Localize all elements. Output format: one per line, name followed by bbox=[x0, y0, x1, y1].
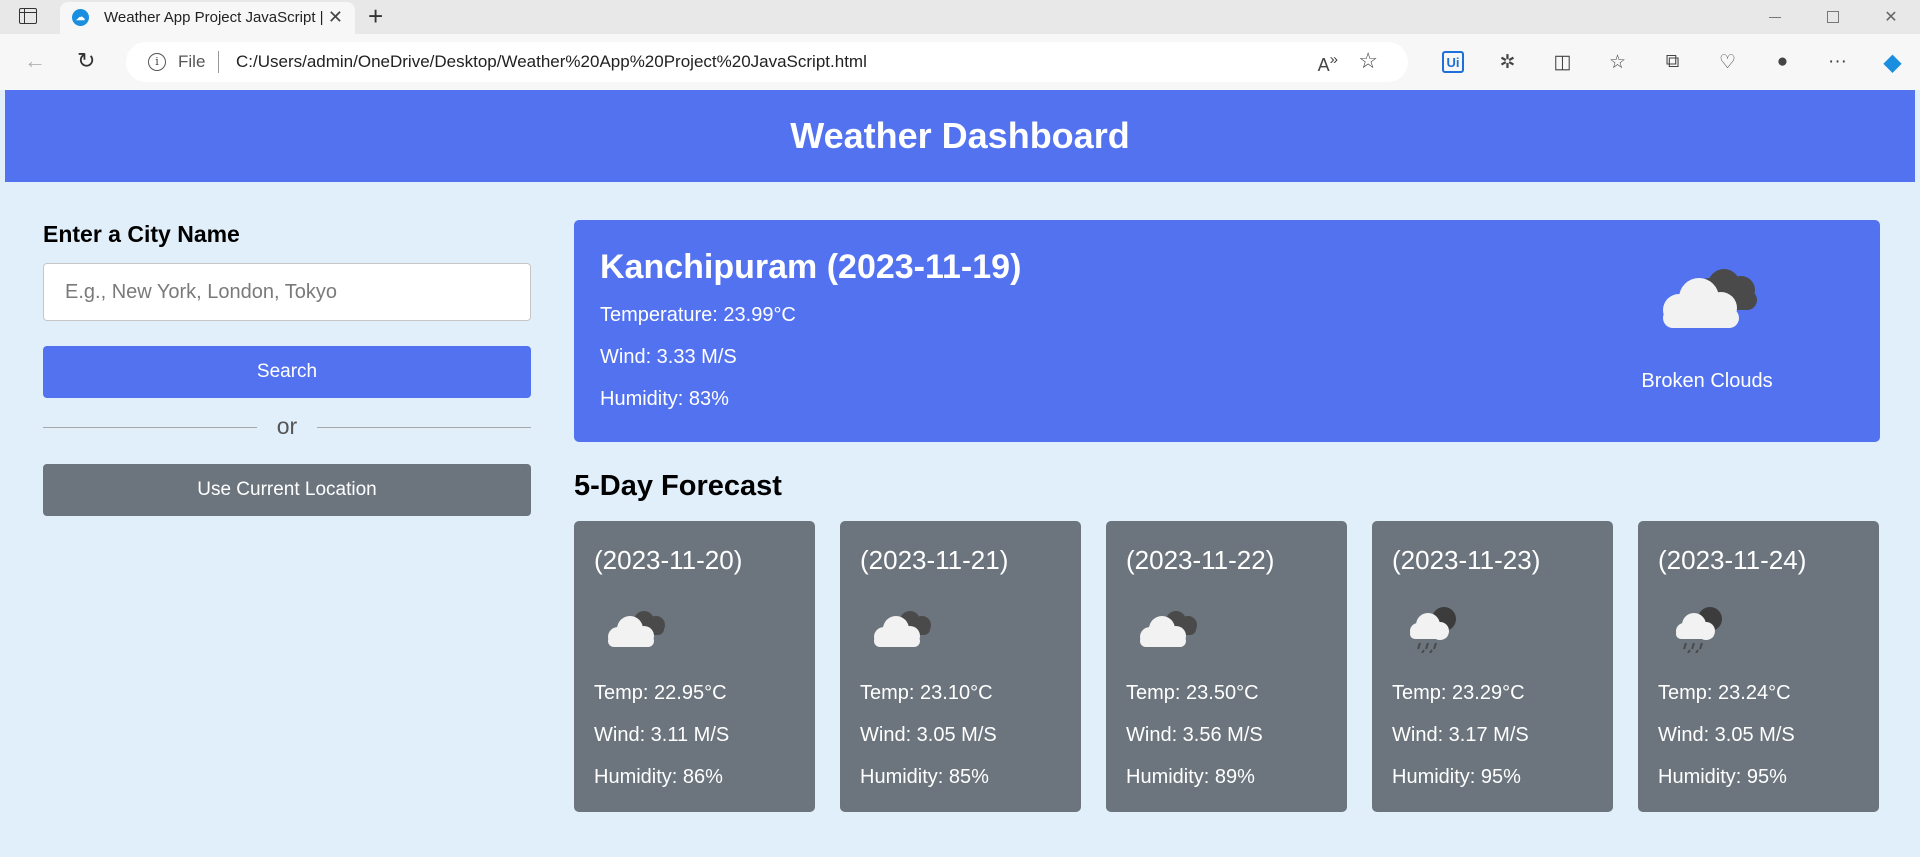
copilot-icon[interactable]: ◆ bbox=[1865, 46, 1920, 78]
forecast-card: (2023-11-22) Temp: 23.50°C Wind: 3.56 M/S H… bbox=[1106, 521, 1347, 812]
broken-clouds-icon bbox=[1140, 611, 1197, 647]
forecast-wind: Wind: 3.05 M/S bbox=[860, 724, 997, 746]
forecast-date: (2023-11-21) bbox=[860, 545, 1009, 575]
collections-icon[interactable]: ⧉ bbox=[1645, 46, 1700, 78]
current-city-date: Kanchipuram (2023-11-19) bbox=[600, 248, 1022, 286]
info-icon[interactable]: i bbox=[148, 53, 166, 71]
forecast-wind: Wind: 3.17 M/S bbox=[1392, 724, 1529, 746]
browser-tab[interactable]: ☁ Weather App Project JavaScript | ✕ bbox=[60, 2, 355, 34]
forecast-temp: Temp: 23.24°C bbox=[1658, 682, 1791, 704]
page-title: Weather Dashboard bbox=[790, 115, 1130, 156]
favorites-icon[interactable]: ☆ bbox=[1590, 46, 1645, 78]
forecast-date: (2023-11-24) bbox=[1658, 545, 1807, 575]
sidebar-toggle-icon[interactable] bbox=[19, 8, 37, 24]
new-tab-icon[interactable]: + bbox=[368, 1, 383, 32]
forecast-temp: Temp: 23.29°C bbox=[1392, 682, 1525, 704]
browser-toolbar: Ui ✲ ◫ ☆ ⧉ ♡ ● ··· ◆ bbox=[1426, 46, 1920, 78]
browser-tab-bar: ☁ Weather App Project JavaScript | ✕ + ✕ bbox=[0, 0, 1920, 34]
search-panel: Enter a City Name Search or Use Current … bbox=[43, 221, 531, 516]
or-divider: or bbox=[43, 412, 531, 442]
browser-essentials-icon[interactable]: ♡ bbox=[1700, 46, 1755, 78]
back-icon[interactable]: ← bbox=[24, 48, 46, 74]
forecast-date: (2023-11-23) bbox=[1392, 545, 1541, 575]
maximize-icon[interactable] bbox=[1804, 0, 1862, 34]
forecast-card: (2023-11-24) Temp: 23.24°C Wind: 3.05 M/S H… bbox=[1638, 521, 1879, 812]
minimize-icon[interactable] bbox=[1746, 0, 1804, 34]
forecast-card: (2023-11-20) Temp: 22.95°C Wind: 3.11 M/S H… bbox=[574, 521, 815, 812]
forecast-temp: Temp: 22.95°C bbox=[594, 682, 727, 704]
url-text[interactable]: C:/Users/admin/OneDrive/Desktop/Weather%… bbox=[236, 52, 867, 72]
current-weather-card: Kanchipuram (2023-11-19) Temperature: 23… bbox=[574, 220, 1880, 442]
city-input[interactable] bbox=[43, 263, 531, 321]
url-separator bbox=[218, 51, 219, 73]
more-menu-icon[interactable]: ··· bbox=[1810, 46, 1865, 78]
forecast-date: (2023-11-20) bbox=[594, 545, 743, 575]
tab-title: Weather App Project JavaScript | bbox=[104, 9, 324, 26]
page-content: Weather Dashboard Enter a City Name Sear… bbox=[5, 90, 1915, 857]
use-current-location-button[interactable]: Use Current Location bbox=[43, 464, 531, 516]
rain-icon bbox=[1676, 607, 1722, 653]
weather-app-favicon-icon: ☁ bbox=[72, 9, 89, 26]
forecast-card: (2023-11-21) Temp: 23.10°C Wind: 3.05 M/S H… bbox=[840, 521, 1081, 812]
rain-icon bbox=[1410, 607, 1456, 653]
read-aloud-icon[interactable]: A» bbox=[1318, 51, 1338, 76]
forecast-wind: Wind: 3.56 M/S bbox=[1126, 724, 1263, 746]
search-button[interactable]: Search bbox=[43, 346, 531, 398]
url-scheme: File bbox=[178, 52, 206, 71]
broken-clouds-icon bbox=[874, 611, 931, 647]
extensions-icon[interactable]: ✲ bbox=[1480, 46, 1535, 78]
profile-icon[interactable]: ● bbox=[1755, 46, 1810, 78]
city-input-label: Enter a City Name bbox=[43, 221, 240, 247]
window-controls: ✕ bbox=[1746, 0, 1920, 34]
broken-clouds-icon bbox=[608, 611, 665, 647]
uipath-extension-icon[interactable]: Ui bbox=[1442, 51, 1464, 73]
weather-data: Kanchipuram (2023-11-19) Temperature: 23… bbox=[574, 220, 1880, 812]
current-wind: Wind: 3.33 M/S bbox=[600, 346, 737, 368]
url-bar[interactable]: i File C:/Users/admin/OneDrive/Desktop/W… bbox=[126, 42, 1408, 82]
forecast-temp: Temp: 23.50°C bbox=[1126, 682, 1259, 704]
reload-icon[interactable]: ↻ bbox=[77, 48, 95, 74]
split-screen-icon[interactable]: ◫ bbox=[1535, 46, 1590, 78]
forecast-humidity: Humidity: 85% bbox=[860, 766, 989, 788]
forecast-humidity: Humidity: 89% bbox=[1126, 766, 1255, 788]
forecast-humidity: Humidity: 95% bbox=[1392, 766, 1521, 788]
forecast-date: (2023-11-22) bbox=[1126, 545, 1275, 575]
favorite-star-icon[interactable]: ☆ bbox=[1358, 48, 1378, 74]
forecast-wind: Wind: 3.11 M/S bbox=[594, 724, 730, 746]
close-window-icon[interactable]: ✕ bbox=[1862, 0, 1920, 34]
current-description: Broken Clouds bbox=[1641, 370, 1773, 392]
forecast-title: 5-Day Forecast bbox=[574, 470, 782, 502]
browser-address-bar: ← ↻ i File C:/Users/admin/OneDrive/Deskt… bbox=[0, 34, 1920, 90]
forecast-cards: (2023-11-20) Temp: 22.95°C Wind: 3.11 M/S H… bbox=[574, 521, 1880, 812]
current-humidity: Humidity: 83% bbox=[600, 388, 729, 410]
forecast-humidity: Humidity: 86% bbox=[594, 766, 723, 788]
tab-close-icon[interactable]: ✕ bbox=[328, 7, 343, 28]
forecast-wind: Wind: 3.05 M/S bbox=[1658, 724, 1795, 746]
forecast-temp: Temp: 23.10°C bbox=[860, 682, 993, 704]
broken-clouds-icon bbox=[1663, 269, 1757, 328]
current-temperature: Temperature: 23.99°C bbox=[600, 304, 796, 326]
page-header: Weather Dashboard bbox=[5, 90, 1915, 182]
forecast-card: (2023-11-23) Temp: 23.29°C Wind: 3.17 M/S H… bbox=[1372, 521, 1613, 812]
forecast-humidity: Humidity: 95% bbox=[1658, 766, 1787, 788]
or-label: or bbox=[276, 413, 298, 439]
